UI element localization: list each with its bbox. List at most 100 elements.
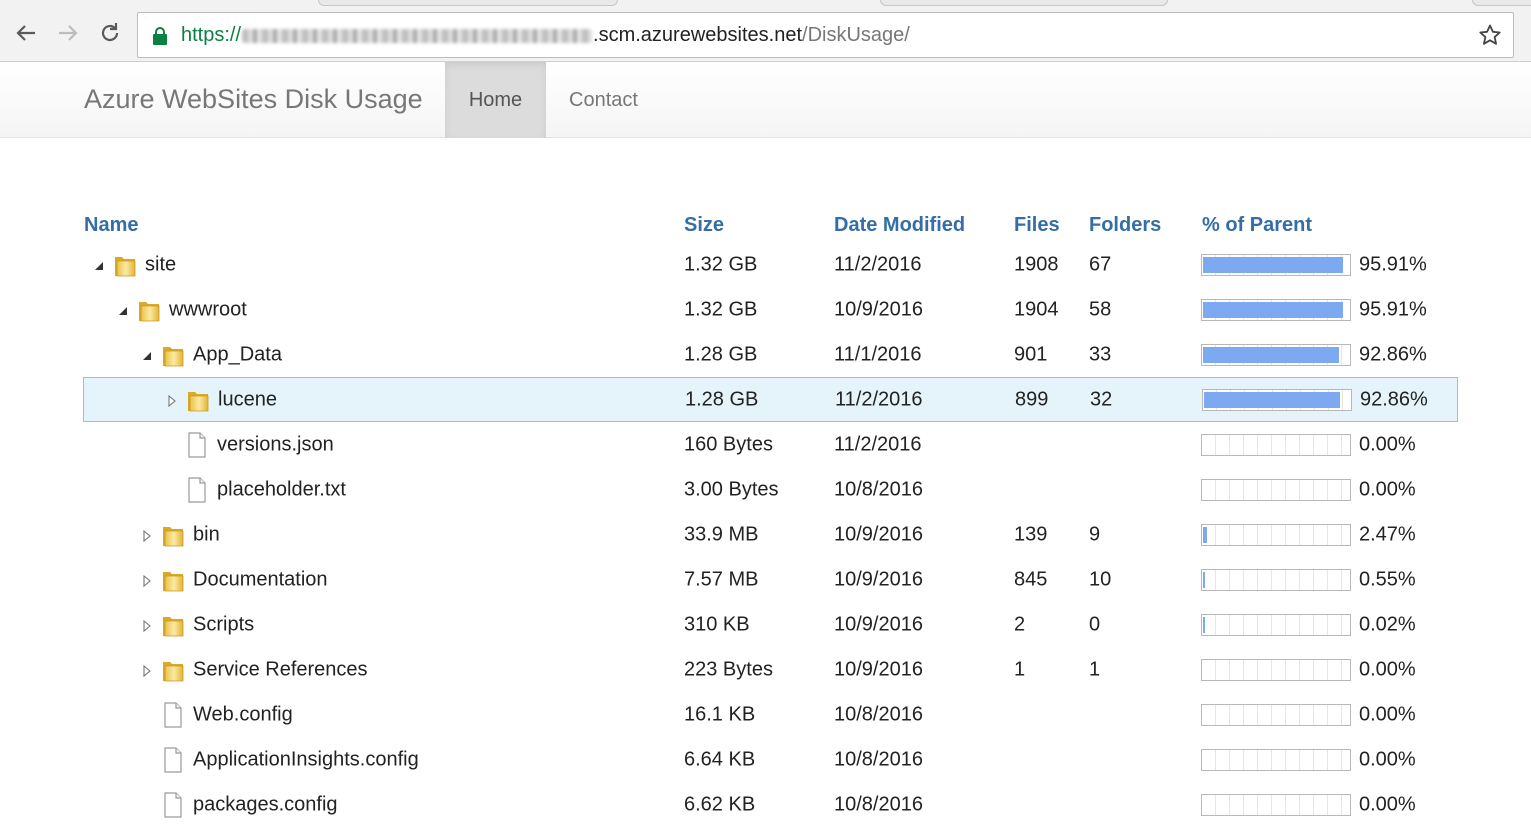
- url-host: .scm.azurewebsites.net: [593, 24, 803, 46]
- folder-icon: [161, 342, 185, 368]
- row-name: Service References: [193, 658, 368, 680]
- row-date-modified: 10/9/2016: [834, 658, 923, 680]
- folder-icon: [161, 567, 185, 593]
- file-icon: [161, 701, 185, 728]
- percent-bar: [1201, 658, 1351, 681]
- folder-icon: [161, 657, 185, 683]
- row-size: 6.64 KB: [684, 748, 756, 770]
- table-row[interactable]: versions.json 160 Bytes 11/2/2016 0.00%: [83, 422, 1458, 467]
- percent-bar: [1201, 253, 1351, 276]
- column-header-date-modified[interactable]: Date Modified: [834, 214, 965, 237]
- row-percent-of-parent: 0.00%: [1359, 658, 1416, 680]
- percent-bar: [1201, 523, 1351, 546]
- back-button[interactable]: [11, 18, 41, 48]
- row-folders: 1: [1089, 658, 1101, 680]
- row-name: App_Data: [193, 343, 282, 365]
- row-size: 1.28 GB: [685, 388, 759, 410]
- nav-home[interactable]: Home: [445, 62, 546, 138]
- lock-icon: [153, 27, 167, 45]
- table-row[interactable]: Documentation 7.57 MB 10/9/2016 845 10 0.55%: [83, 557, 1458, 602]
- reload-icon: [101, 23, 119, 42]
- file-icon: [185, 476, 209, 503]
- column-header-percent-of-parent[interactable]: % of Parent: [1202, 214, 1312, 237]
- table-row[interactable]: wwwroot 1.32 GB 10/9/2016 1904 58 95.91%: [83, 287, 1458, 332]
- site-brand[interactable]: Azure WebSites Disk Usage: [84, 84, 423, 115]
- row-date-modified: 11/1/2016: [834, 343, 922, 365]
- file-icon: [185, 431, 209, 458]
- row-date-modified: 10/8/2016: [834, 748, 923, 770]
- percent-bar: [1201, 343, 1351, 366]
- collapse-arrow-icon[interactable]: [141, 349, 153, 361]
- row-name: placeholder.txt: [217, 478, 346, 500]
- percent-bar: [1201, 703, 1351, 726]
- table-row[interactable]: Web.config 16.1 KB 10/8/2016 0.00%: [83, 692, 1458, 737]
- expand-arrow-icon[interactable]: [141, 664, 153, 677]
- row-size: 3.00 Bytes: [684, 478, 779, 500]
- table-row[interactable]: ApplicationInsights.config 6.64 KB 10/8/20…: [83, 737, 1458, 782]
- percent-bar: [1201, 568, 1351, 591]
- collapse-arrow-icon[interactable]: [93, 259, 105, 271]
- row-date-modified: 10/9/2016: [834, 613, 923, 635]
- percent-bar: [1201, 793, 1351, 816]
- expand-arrow-icon[interactable]: [166, 394, 178, 407]
- row-name: bin: [193, 523, 220, 545]
- row-size: 1.32 GB: [684, 298, 758, 320]
- column-header-files[interactable]: Files: [1014, 214, 1060, 237]
- table-row[interactable]: packages.config 6.62 KB 10/8/2016 0.00%: [83, 782, 1458, 827]
- row-percent-of-parent: 0.00%: [1359, 433, 1416, 455]
- browser-toolbar: https:// .scm.azurewebsites.net/DiskUsage…: [0, 6, 1531, 62]
- collapse-arrow-icon[interactable]: [117, 304, 129, 316]
- row-name: site: [145, 253, 177, 275]
- column-header-folders[interactable]: Folders: [1089, 214, 1161, 237]
- table-row[interactable]: bin 33.9 MB 10/9/2016 139 9 2.47%: [83, 512, 1458, 557]
- table-row[interactable]: site 1.32 GB 11/2/2016 1908 67 95.91%: [83, 242, 1458, 287]
- percent-bar: [1202, 388, 1352, 411]
- expand-arrow-icon[interactable]: [141, 619, 153, 632]
- nav-contact[interactable]: Contact: [547, 62, 660, 138]
- site-navbar: Azure WebSites Disk Usage Home Contact: [0, 62, 1531, 138]
- percent-bar-fill: [1203, 301, 1343, 318]
- row-size: 160 Bytes: [684, 433, 773, 455]
- bookmark-button[interactable]: [1477, 22, 1503, 48]
- address-bar[interactable]: https:// .scm.azurewebsites.net/DiskUsage…: [137, 12, 1514, 58]
- column-header-name[interactable]: Name: [84, 214, 138, 237]
- row-size: 7.57 MB: [684, 568, 759, 590]
- table-row[interactable]: App_Data 1.28 GB 11/1/2016 901 33 92.86%: [83, 332, 1458, 377]
- expand-arrow-icon[interactable]: [141, 529, 153, 542]
- row-name: Web.config: [193, 703, 293, 725]
- column-header-size[interactable]: Size: [684, 214, 724, 237]
- url-scheme: https://: [181, 24, 242, 46]
- percent-bar-fill: [1203, 256, 1343, 273]
- percent-bar: [1201, 433, 1351, 456]
- table-row[interactable]: Service References 223 Bytes 10/9/2016 1 1 0.…: [83, 647, 1458, 692]
- row-name: Scripts: [193, 613, 255, 635]
- table-row[interactable]: placeholder.txt 3.00 Bytes 10/8/2016 0.00%: [83, 467, 1458, 512]
- url-redacted: [242, 28, 593, 43]
- percent-bar-fill: [1203, 616, 1205, 633]
- percent-bar: [1201, 478, 1351, 501]
- table-row[interactable]: Scripts 310 KB 10/9/2016 2 0 0.02%: [83, 602, 1458, 647]
- forward-button[interactable]: [53, 18, 83, 48]
- arrow-left-icon: [16, 25, 35, 41]
- row-size: 6.62 KB: [684, 793, 756, 815]
- row-percent-of-parent: 0.55%: [1359, 568, 1416, 590]
- row-files: 899: [1015, 388, 1049, 410]
- expand-arrow-icon[interactable]: [141, 574, 153, 587]
- row-name: wwwroot: [169, 298, 247, 320]
- row-folders: 0: [1089, 613, 1101, 635]
- row-folders: 9: [1089, 523, 1101, 545]
- star-icon: [1479, 24, 1501, 45]
- row-name: lucene: [218, 388, 277, 410]
- row-folders: 58: [1089, 298, 1112, 320]
- row-name: ApplicationInsights.config: [193, 748, 419, 770]
- row-name: versions.json: [217, 433, 334, 455]
- row-percent-of-parent: 2.47%: [1359, 523, 1416, 545]
- percent-bar-fill: [1203, 571, 1205, 588]
- reload-button[interactable]: [95, 18, 125, 48]
- row-folders: 33: [1089, 343, 1112, 365]
- row-date-modified: 10/9/2016: [834, 298, 923, 320]
- row-percent-of-parent: 0.00%: [1359, 793, 1416, 815]
- table-row[interactable]: lucene 1.28 GB 11/2/2016 899 32 92.86%: [83, 377, 1458, 422]
- row-folders: 32: [1090, 388, 1113, 410]
- row-date-modified: 11/2/2016: [834, 433, 922, 455]
